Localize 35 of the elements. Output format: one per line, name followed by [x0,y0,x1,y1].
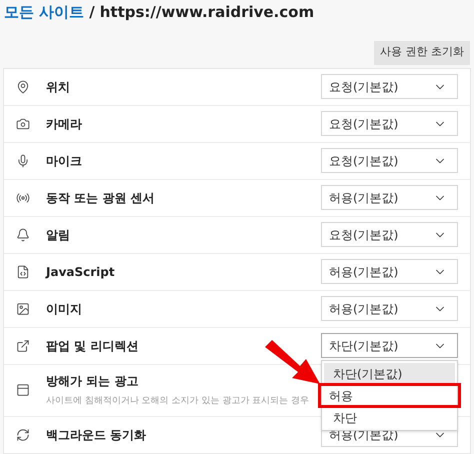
microphone-icon [16,154,30,168]
camera-icon [16,116,30,130]
breadcrumb-link[interactable]: 모든 사이트 [4,1,84,24]
refresh-icon [16,428,30,442]
permission-label: 위치 [46,78,70,96]
permission-label: 카메라 [46,116,82,132]
permission-description: 사이트에 침해적이거나 오해의 소지가 있는 광고가 표시되는 경우 [46,394,310,408]
permission-label: 동작 또는 광원 센서 [46,190,155,206]
window-panel-icon [16,383,30,397]
permission-dropdown[interactable]: 요청(기본값) [321,111,458,136]
permission-label: 방해가 되는 광고 [46,372,138,390]
permission-dropdown[interactable]: 허용(기본값) [321,185,458,210]
breadcrumb-separator: / [89,2,95,23]
external-link-icon [16,338,30,352]
site-url: https://www.raidrive.com [100,2,314,23]
signal-waves-icon [16,190,30,204]
permission-dropdown[interactable]: 요청(기본값) [321,148,458,173]
permission-label: 알림 [46,226,70,244]
permission-dropdown[interactable]: 요청(기본값) [321,222,458,247]
dropdown-option[interactable]: 차단(기본값) [324,363,455,384]
permission-label: 백그라운드 동기화 [46,426,146,444]
reset-permissions-button[interactable]: 사용 권한 초기화 [374,40,470,64]
permission-label: 이미지 [46,300,82,318]
permission-dropdown[interactable]: 차단(기본값) [321,333,458,358]
permission-label: 팝업 및 리디렉션 [46,338,138,354]
code-file-icon [16,264,30,278]
permission-label: 마이크 [46,152,82,170]
dropdown-option[interactable]: 허용 [320,385,459,406]
permission-label: JavaScript [46,264,115,280]
bell-icon [16,228,30,242]
image-icon [16,302,30,316]
permission-dropdown[interactable]: 허용(기본값) [321,259,458,284]
permission-dropdown[interactable]: 요청(기본값) [321,74,458,99]
permission-dropdown[interactable]: 허용(기본값) [321,296,458,321]
location-pin-icon [16,80,30,94]
